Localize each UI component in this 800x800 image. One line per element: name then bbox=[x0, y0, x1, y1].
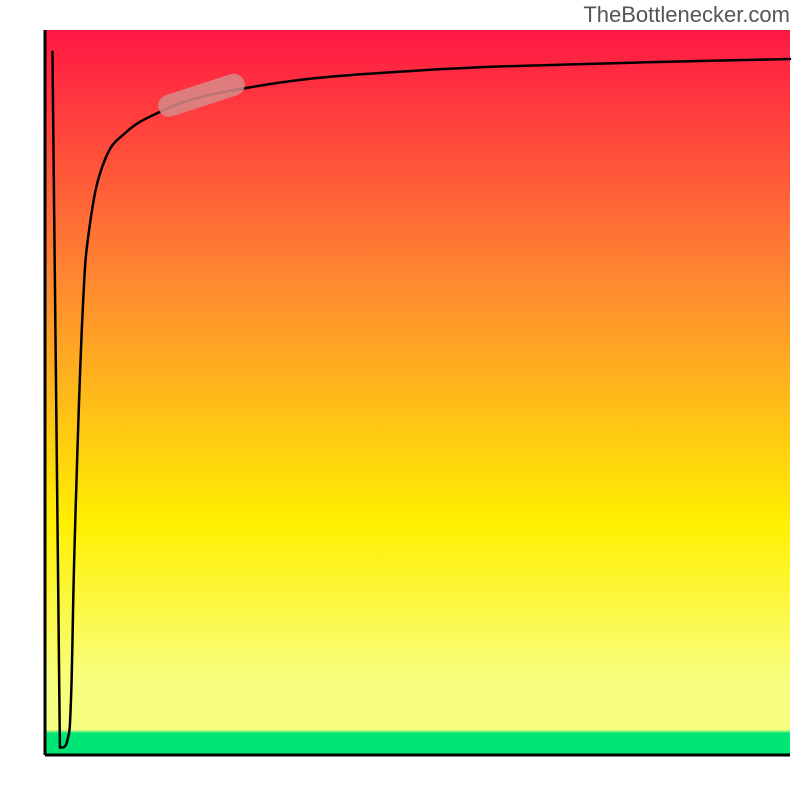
bottleneck-chart: TheBottlenecker.com bbox=[0, 0, 800, 800]
chart-svg bbox=[0, 0, 800, 800]
attribution-label: TheBottlenecker.com bbox=[583, 2, 790, 28]
plot-background bbox=[45, 30, 790, 755]
